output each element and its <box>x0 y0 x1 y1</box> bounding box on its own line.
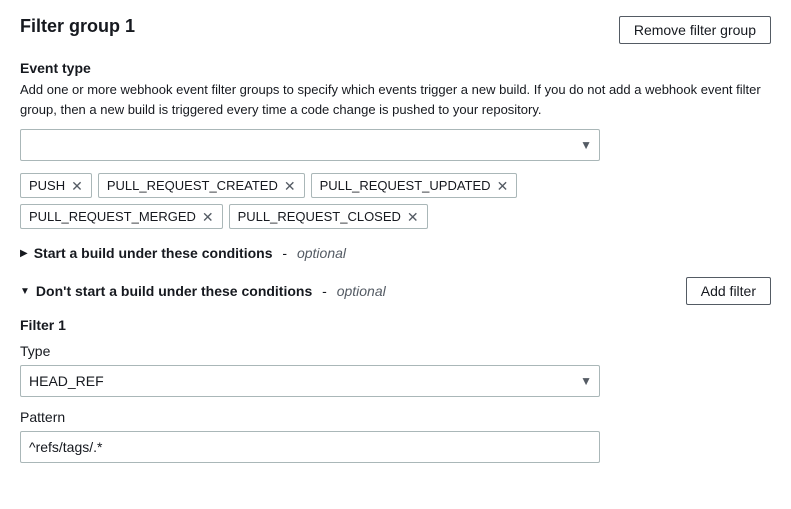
filter-group-title: Filter group 1 <box>20 16 135 37</box>
type-label: Type <box>20 343 771 359</box>
tags-row-1: PUSH ✕ PULL_REQUEST_CREATED ✕ PULL_REQUE… <box>20 173 771 198</box>
filter-1-block: Filter 1 Type HEAD_REF BASE_REF FILE_PAT… <box>20 317 771 463</box>
start-conditions-dash: - <box>279 245 291 261</box>
pattern-label: Pattern <box>20 409 771 425</box>
start-conditions-optional: optional <box>297 245 346 261</box>
page-container: Filter group 1 Remove filter group Event… <box>0 0 791 491</box>
tag-push-label: PUSH <box>29 178 65 193</box>
pattern-field-group: Pattern <box>20 409 771 463</box>
pattern-input[interactable] <box>20 431 600 463</box>
start-conditions-arrow: ▶ <box>20 248 28 259</box>
tag-pr-created: PULL_REQUEST_CREATED ✕ <box>98 173 305 198</box>
dont-start-conditions-arrow: ▼ <box>20 286 30 297</box>
tag-pr-created-close[interactable]: ✕ <box>284 179 296 193</box>
tag-push-close[interactable]: ✕ <box>71 179 83 193</box>
tag-pr-merged-close[interactable]: ✕ <box>202 210 214 224</box>
tag-pr-updated-label: PULL_REQUEST_UPDATED <box>320 178 491 193</box>
event-type-dropdown[interactable]: PUSH PULL_REQUEST_CREATED PULL_REQUEST_U… <box>20 129 600 161</box>
dont-start-conditions-header[interactable]: ▼ Don't start a build under these condit… <box>20 283 386 299</box>
tag-pr-closed: PULL_REQUEST_CLOSED ✕ <box>229 204 428 229</box>
remove-filter-group-button[interactable]: Remove filter group <box>619 16 771 44</box>
type-dropdown-wrapper: HEAD_REF BASE_REF FILE_PATH COMMIT_MESSA… <box>20 365 600 397</box>
dont-start-conditions-dash: - <box>318 283 330 299</box>
dont-start-conditions-optional: optional <box>337 283 386 299</box>
tag-push: PUSH ✕ <box>20 173 92 198</box>
tag-pr-merged-label: PULL_REQUEST_MERGED <box>29 209 196 224</box>
event-type-dropdown-wrapper: PUSH PULL_REQUEST_CREATED PULL_REQUEST_U… <box>20 129 600 161</box>
tag-pr-merged: PULL_REQUEST_MERGED ✕ <box>20 204 223 229</box>
tag-pr-updated-close[interactable]: ✕ <box>497 179 509 193</box>
tag-pr-updated: PULL_REQUEST_UPDATED ✕ <box>311 173 518 198</box>
start-conditions-label: Start a build under these conditions <box>34 245 273 261</box>
start-conditions-header[interactable]: ▶ Start a build under these conditions -… <box>20 245 771 261</box>
filter-group-header: Filter group 1 Remove filter group <box>20 16 771 44</box>
event-type-label: Event type <box>20 60 771 76</box>
dont-start-conditions-section: ▼ Don't start a build under these condit… <box>20 277 771 305</box>
type-dropdown[interactable]: HEAD_REF BASE_REF FILE_PATH COMMIT_MESSA… <box>20 365 600 397</box>
dont-start-conditions-label: Don't start a build under these conditio… <box>36 283 312 299</box>
start-conditions-section: ▶ Start a build under these conditions -… <box>20 245 771 261</box>
tag-pr-closed-close[interactable]: ✕ <box>407 210 419 224</box>
add-filter-button[interactable]: Add filter <box>686 277 771 305</box>
event-type-description: Add one or more webhook event filter gro… <box>20 80 771 119</box>
filter-1-title: Filter 1 <box>20 317 771 333</box>
type-field-group: Type HEAD_REF BASE_REF FILE_PATH COMMIT_… <box>20 343 771 397</box>
tags-row-2: PULL_REQUEST_MERGED ✕ PULL_REQUEST_CLOSE… <box>20 204 771 229</box>
tag-pr-closed-label: PULL_REQUEST_CLOSED <box>238 209 401 224</box>
tag-pr-created-label: PULL_REQUEST_CREATED <box>107 178 278 193</box>
